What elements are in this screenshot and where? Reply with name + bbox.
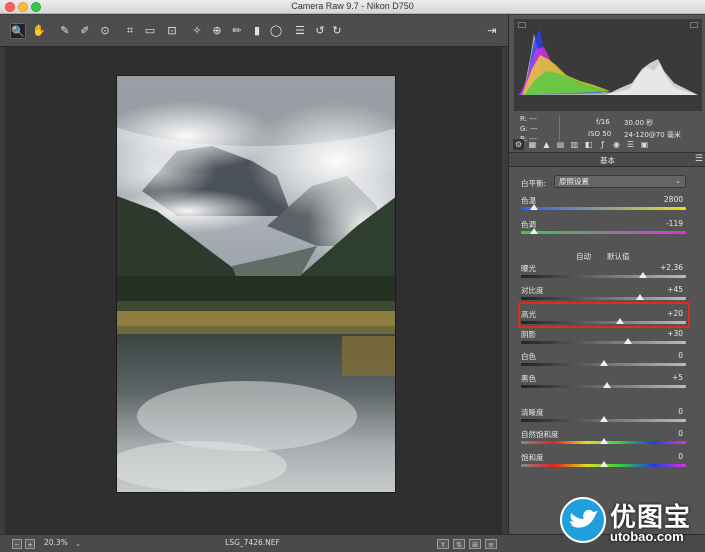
- temp-value[interactable]: 2800: [664, 195, 683, 204]
- tint-slider-track[interactable]: [521, 231, 686, 234]
- blacks-value[interactable]: +5: [672, 373, 683, 382]
- rgb-readout-g: G: ---: [520, 125, 538, 133]
- white-balance-tool-icon[interactable]: ✎: [57, 23, 73, 39]
- shutter-value: 30.00 秒: [624, 119, 654, 127]
- preview-preferences-button[interactable]: ≡: [485, 539, 497, 549]
- exposure-slider-thumb[interactable]: [639, 272, 648, 278]
- color-sampler-tool-icon[interactable]: ✐: [77, 23, 93, 39]
- white-balance-value: 原照设置: [559, 177, 589, 186]
- targeted-adjustment-tool-icon[interactable]: ⊙: [97, 23, 113, 39]
- watermark-url: utobao.com: [610, 529, 684, 544]
- tab-basic-icon[interactable]: ⚙: [513, 139, 524, 150]
- preview-photo: [116, 75, 396, 493]
- temp-slider-thumb[interactable]: [530, 204, 539, 210]
- whites-value[interactable]: 0: [678, 351, 683, 360]
- highlights-callout-box: [518, 302, 690, 328]
- section-title: 基本: [600, 156, 615, 165]
- saturation-label: 饱和度: [521, 453, 544, 462]
- histogram: [514, 19, 702, 111]
- tab-snapshots-icon[interactable]: ▣: [639, 139, 650, 150]
- adjustment-brush-tool-icon[interactable]: ✏: [229, 23, 245, 39]
- exposure-slider-track[interactable]: [521, 275, 686, 278]
- adjustment-panel: R: --- G: --- B: --- f/16 30.00 秒 ISO 50…: [508, 15, 705, 534]
- rotate-left-tool-icon[interactable]: ↺: [312, 23, 328, 39]
- saturation-slider-thumb[interactable]: [599, 461, 608, 467]
- zoom-tool-icon[interactable]: 🔍: [10, 23, 26, 39]
- contrast-slider-thumb[interactable]: [635, 294, 644, 300]
- blacks-slider-thumb[interactable]: [602, 382, 611, 388]
- clarity-value[interactable]: 0: [678, 407, 683, 416]
- tab-effects-icon[interactable]: ƒ: [597, 139, 608, 150]
- shadows-value[interactable]: +30: [667, 329, 683, 338]
- clarity-slider-thumb[interactable]: [599, 416, 608, 422]
- swap-settings-button[interactable]: ⇅: [453, 539, 465, 549]
- shadows-slider-track[interactable]: [521, 341, 686, 344]
- vibrance-value[interactable]: 0: [678, 429, 683, 438]
- tab-tone-curve-icon[interactable]: ▦: [527, 139, 538, 150]
- before-after-y-button[interactable]: Y: [437, 539, 449, 549]
- basic-section-header: 基本 ☰: [509, 153, 705, 167]
- whites-slider-thumb[interactable]: [599, 360, 608, 366]
- blacks-label: 黑色: [521, 374, 536, 383]
- panel-tabs: ⚙ ▦ ▲ ▤ ▥ ◧ ƒ ◉ ☰ ▣: [509, 136, 705, 153]
- spot-removal-tool-icon[interactable]: ✧: [189, 23, 205, 39]
- title-bar: Camera Raw 9.7 - Nikon D750: [0, 0, 705, 14]
- tab-detail-icon[interactable]: ▲: [541, 139, 552, 150]
- tab-lens-icon[interactable]: ◧: [583, 139, 594, 150]
- fullscreen-toggle-icon[interactable]: ⇥: [484, 23, 500, 39]
- crop-tool-icon[interactable]: ⌗: [122, 23, 138, 39]
- aperture-value: f/16: [596, 118, 610, 126]
- vibrance-slider-thumb[interactable]: [599, 438, 608, 444]
- temp-slider-track[interactable]: [521, 207, 686, 210]
- white-balance-label: 白平衡:: [521, 179, 547, 188]
- tab-presets-icon[interactable]: ☰: [625, 139, 636, 150]
- preferences-tool-icon[interactable]: ☰: [292, 23, 308, 39]
- watermark: 优图宝 utobao.com: [560, 497, 705, 552]
- contrast-label: 对比度: [521, 286, 544, 295]
- copy-settings-button[interactable]: ⊞: [469, 539, 481, 549]
- shadows-label: 阴影: [521, 330, 536, 339]
- tab-split-toning-icon[interactable]: ▥: [569, 139, 580, 150]
- tab-hsl-icon[interactable]: ▤: [555, 139, 566, 150]
- rgb-readout-r: R: ---: [520, 115, 537, 123]
- contrast-slider-track[interactable]: [521, 297, 686, 300]
- straighten-tool-icon[interactable]: ▭: [142, 23, 158, 39]
- exposure-label: 曝光: [521, 264, 536, 273]
- radial-filter-tool-icon[interactable]: ◯: [268, 23, 284, 39]
- contrast-value[interactable]: +45: [667, 285, 683, 294]
- shadows-slider-thumb[interactable]: [624, 338, 633, 344]
- file-name: LSG_7426.NEF: [225, 538, 280, 547]
- exposure-value[interactable]: +2.36: [660, 263, 683, 272]
- saturation-value[interactable]: 0: [678, 452, 683, 461]
- default-button[interactable]: 默认值: [607, 251, 630, 262]
- panel-menu-icon[interactable]: ☰: [695, 154, 703, 164]
- whites-label: 白色: [521, 352, 536, 361]
- image-canvas[interactable]: [5, 47, 502, 534]
- red-eye-tool-icon[interactable]: ⊕: [209, 23, 225, 39]
- bird-logo-icon: [560, 497, 606, 543]
- graduated-filter-tool-icon[interactable]: ▮: [249, 23, 265, 39]
- chevron-down-icon: ⌄: [675, 177, 681, 185]
- transform-tool-icon[interactable]: ⊡: [164, 23, 180, 39]
- tint-value[interactable]: -119: [666, 219, 683, 228]
- tab-calibration-icon[interactable]: ◉: [611, 139, 622, 150]
- clarity-label: 清晰度: [521, 408, 544, 417]
- auto-button[interactable]: 自动: [576, 251, 591, 262]
- window-title: Camera Raw 9.7 - Nikon D750: [291, 1, 414, 11]
- rotate-right-tool-icon[interactable]: ↻: [329, 23, 345, 39]
- vibrance-label: 自然饱和度: [521, 430, 559, 439]
- tint-slider-thumb[interactable]: [530, 228, 539, 234]
- white-balance-select[interactable]: 原照设置 ⌄: [554, 175, 686, 188]
- hand-tool-icon[interactable]: ✋: [31, 23, 47, 39]
